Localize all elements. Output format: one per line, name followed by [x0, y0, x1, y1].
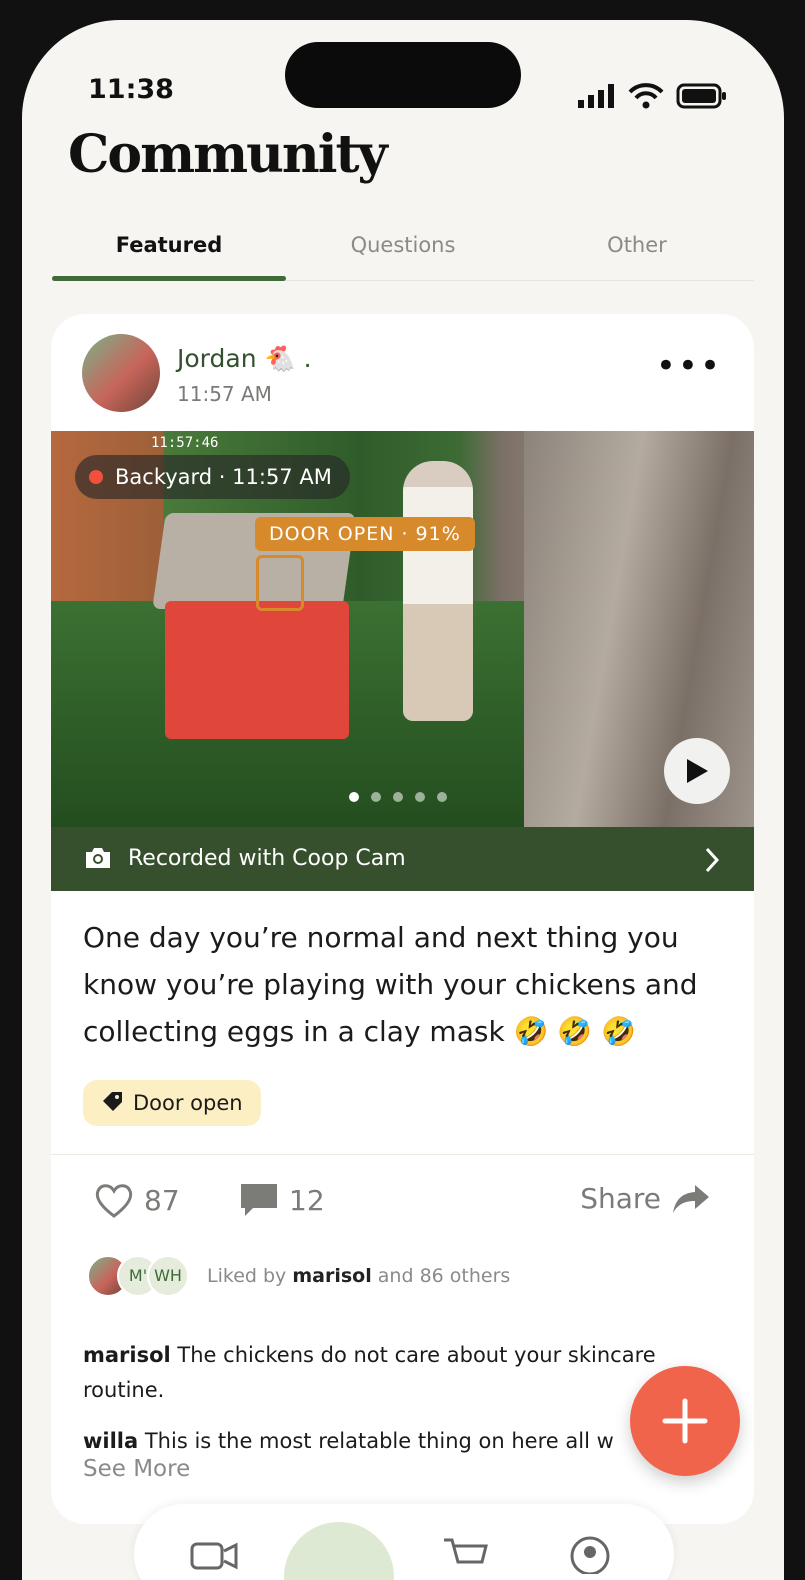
play-icon: [687, 759, 708, 783]
tab-other[interactable]: Other: [520, 224, 754, 280]
liked-by-suffix: and 86 others: [377, 1265, 511, 1287]
dynamic-island: [285, 42, 521, 108]
camera-timestamp: 11:57:46: [151, 435, 219, 451]
post-time: 11:57 AM: [177, 382, 272, 406]
comment-user[interactable]: willa: [83, 1429, 138, 1453]
author-avatar[interactable]: [82, 334, 160, 412]
carousel-dot[interactable]: [437, 792, 447, 802]
post-card: Jordan 🐔 . 11:57 AM ••• 11:57:46 Backyar…: [51, 314, 754, 1524]
detection-label: DOOR OPEN · 91%: [255, 517, 475, 551]
comment-button[interactable]: 12: [239, 1182, 325, 1218]
recorded-with-label: Recorded with Coop Cam: [128, 846, 406, 871]
heart-icon: [95, 1184, 133, 1218]
carousel-dot[interactable]: [371, 792, 381, 802]
share-button[interactable]: Share: [580, 1182, 711, 1215]
status-icons: [578, 82, 728, 110]
tab-featured[interactable]: Featured: [52, 224, 286, 281]
battery-icon: [676, 83, 726, 109]
signal-icon: [578, 84, 614, 108]
comment-item: willa This is the most relatable thing o…: [83, 1424, 723, 1459]
page-title: Community: [68, 124, 388, 185]
comment-text: This is the most relatable thing on here…: [144, 1429, 614, 1453]
comment-icon: [241, 1184, 277, 1216]
comment-item: marisol The chickens do not care about y…: [83, 1338, 723, 1408]
liked-by-user[interactable]: marisol: [292, 1265, 371, 1287]
liked-by-row[interactable]: M' WH Liked by marisol and 86 others: [87, 1255, 510, 1297]
liked-by-prefix: Liked by: [207, 1265, 287, 1287]
nav-cart-icon[interactable]: [442, 1534, 490, 1580]
app-screen: 11:38 Community Featured Questions Other…: [22, 20, 784, 1580]
share-label: Share: [580, 1182, 661, 1215]
post-tag-label: Door open: [133, 1091, 243, 1115]
more-options-icon[interactable]: •••: [656, 349, 722, 383]
liked-by-text: Liked by marisol and 86 others: [207, 1265, 510, 1287]
tab-questions[interactable]: Questions: [286, 224, 520, 280]
chevron-right-icon: [705, 847, 720, 873]
divider: [51, 1154, 754, 1155]
play-button[interactable]: [664, 738, 730, 804]
post-tag[interactable]: Door open: [83, 1080, 261, 1126]
create-post-button[interactable]: [630, 1366, 740, 1476]
tab-bar: Featured Questions Other: [52, 224, 754, 281]
location-badge: Backyard · 11:57 AM: [75, 455, 350, 499]
nav-profile-icon[interactable]: [566, 1534, 614, 1580]
comment-count: 12: [289, 1183, 325, 1217]
phone-frame: 11:38 Community Featured Questions Other…: [0, 0, 805, 1580]
bottom-nav: [134, 1504, 674, 1580]
tag-icon: [103, 1092, 122, 1111]
liker-avatar: WH: [147, 1255, 189, 1297]
nav-camera-icon[interactable]: [190, 1534, 238, 1580]
nav-community-icon[interactable]: [284, 1522, 394, 1580]
wifi-icon: [628, 83, 664, 109]
like-count: 87: [144, 1183, 180, 1217]
carousel-dot[interactable]: [393, 792, 403, 802]
status-time: 11:38: [88, 74, 174, 105]
comment-user[interactable]: marisol: [83, 1343, 171, 1367]
recorded-with-banner[interactable]: Recorded with Coop Cam: [51, 827, 754, 891]
post-body: One day you’re normal and next thing you…: [83, 921, 698, 1048]
share-arrow-icon: [673, 1184, 709, 1213]
post-actions: 87 12 Share: [94, 1182, 711, 1230]
scene-person: [403, 461, 473, 721]
see-more-link[interactable]: See More: [83, 1456, 190, 1482]
carousel-dots: [349, 792, 447, 802]
carousel-dot[interactable]: [415, 792, 425, 802]
video-thumbnail[interactable]: 11:57:46 Backyard · 11:57 AM DOOR OPEN ·…: [51, 431, 754, 827]
detection-box: [256, 555, 304, 611]
plus-icon: [662, 1398, 708, 1444]
camera-icon: [86, 848, 110, 868]
carousel-dot[interactable]: [349, 792, 359, 802]
scene-coop: [165, 601, 349, 739]
like-button[interactable]: 87: [94, 1182, 180, 1218]
author-name[interactable]: Jordan 🐔 .: [177, 344, 312, 374]
